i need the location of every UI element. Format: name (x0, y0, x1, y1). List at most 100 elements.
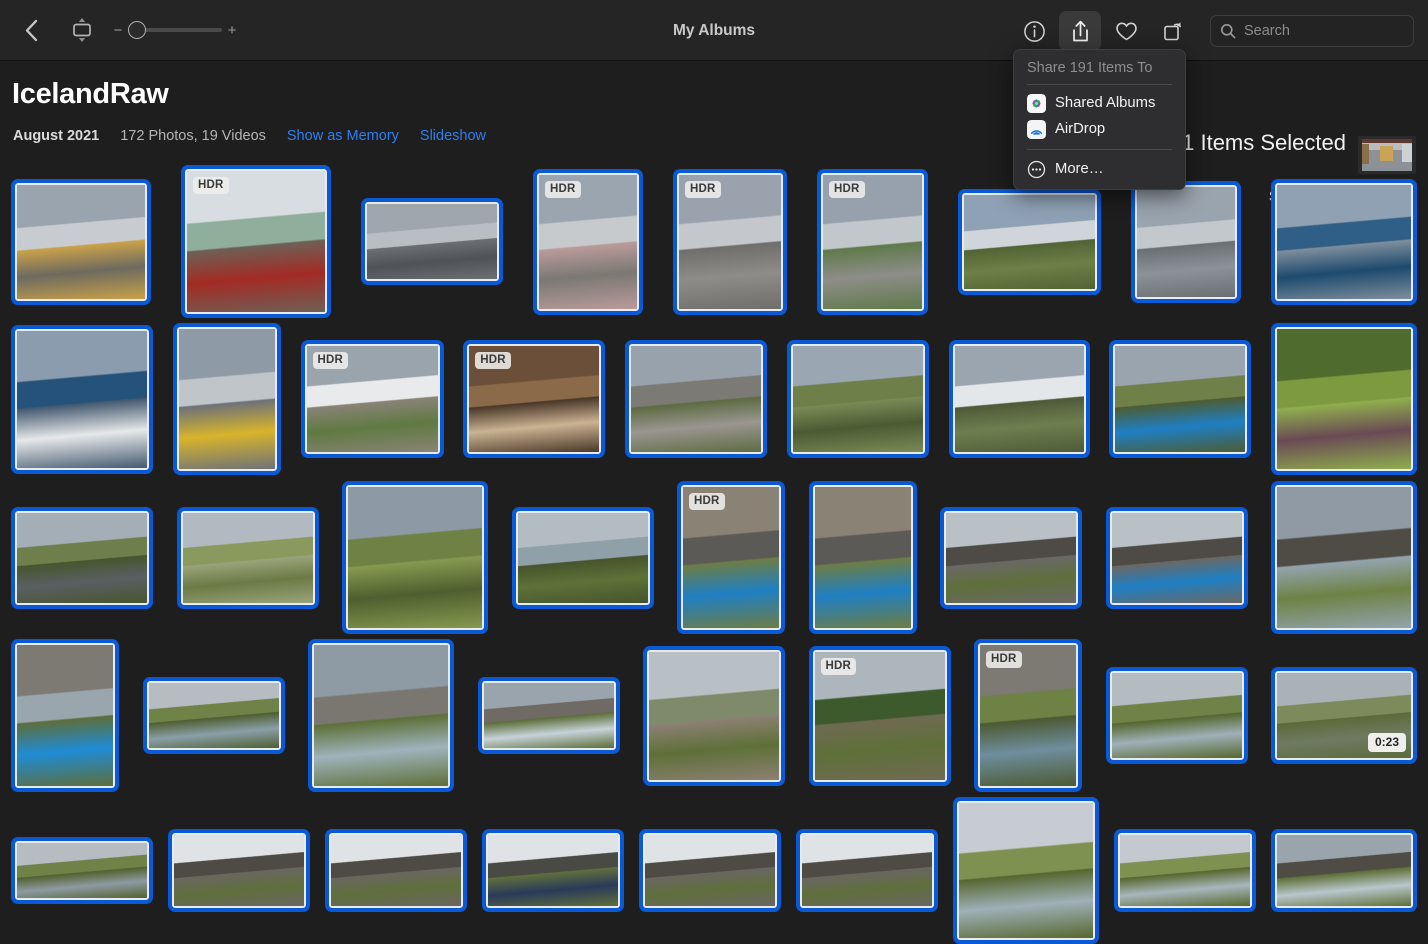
photo-thumbnail-selected[interactable] (1105, 667, 1248, 764)
photo-thumbnail-selected[interactable] (361, 198, 503, 285)
photo-thumbnail-selected[interactable] (11, 837, 153, 904)
photo-cell[interactable] (361, 198, 503, 285)
photo-cell[interactable] (1109, 340, 1252, 458)
photo-cell[interactable] (11, 639, 119, 792)
photo-cell[interactable] (953, 797, 1099, 944)
search-input[interactable]: Search (1210, 15, 1414, 47)
slideshow-link[interactable]: Slideshow (420, 128, 486, 144)
photo-cell[interactable] (1105, 506, 1248, 609)
photo-thumbnail-selected[interactable]: HDR (677, 481, 785, 634)
photo-cell[interactable]: HDR (808, 645, 951, 786)
photo-cell[interactable] (643, 645, 785, 786)
photo-thumbnail-selected[interactable] (940, 506, 1082, 609)
share-menu-item-more[interactable]: More… (1014, 156, 1185, 182)
photo-cell[interactable] (511, 506, 654, 609)
photo-thumbnail-selected[interactable]: HDR (817, 168, 928, 315)
photo-cell[interactable] (11, 178, 151, 305)
back-button[interactable] (14, 13, 48, 47)
photo-cell[interactable] (1271, 481, 1417, 634)
photo-cell[interactable] (786, 340, 929, 458)
photo-cell[interactable] (168, 829, 310, 912)
photo-cell[interactable] (172, 323, 281, 475)
share-menu-item-shared-albums[interactable]: Shared Albums (1014, 90, 1185, 116)
photo-cell[interactable] (1271, 178, 1417, 305)
photo-thumbnail-selected[interactable] (796, 829, 938, 912)
photo-thumbnail-selected[interactable] (308, 639, 454, 792)
photo-thumbnail-selected[interactable] (11, 639, 119, 792)
photo-thumbnail-selected[interactable] (172, 323, 281, 475)
photo-cell[interactable] (958, 188, 1101, 295)
photo-thumbnail-selected[interactable] (11, 178, 151, 305)
photo-thumbnail-selected[interactable] (325, 829, 467, 912)
rotate-button[interactable] (1151, 11, 1193, 51)
photo-cell[interactable] (796, 829, 938, 912)
photo-cell[interactable]: HDR (463, 340, 606, 458)
photo-thumbnail-selected[interactable] (1109, 340, 1252, 458)
photo-cell[interactable] (11, 506, 153, 609)
photo-thumbnail-selected[interactable] (786, 340, 929, 458)
photo-thumbnail-selected[interactable]: HDR (974, 639, 1082, 792)
photo-thumbnail-selected[interactable] (1105, 506, 1248, 609)
photo-cell[interactable]: HDR (300, 340, 444, 458)
aspect-fit-button[interactable] (65, 13, 99, 47)
photo-cell[interactable] (342, 481, 488, 634)
photo-cell[interactable] (940, 506, 1082, 609)
photo-cell[interactable] (639, 829, 781, 912)
photo-thumbnail-selected[interactable] (168, 829, 310, 912)
photo-cell[interactable]: HDR (181, 165, 331, 318)
photo-thumbnail-selected[interactable] (625, 340, 767, 458)
photo-cell[interactable] (948, 340, 1090, 458)
photo-cell[interactable] (11, 837, 153, 904)
photo-thumbnail-selected[interactable] (1271, 178, 1417, 305)
photo-thumbnail-selected[interactable] (482, 829, 624, 912)
photo-thumbnail-selected[interactable]: 0:23 (1271, 667, 1417, 764)
photo-thumbnail-selected[interactable] (1131, 180, 1241, 303)
photo-cell[interactable] (142, 677, 285, 754)
photo-cell[interactable] (625, 340, 767, 458)
photo-thumbnail-selected[interactable] (953, 797, 1099, 944)
zoom-out-label[interactable]: − (112, 23, 124, 38)
show-as-memory-link[interactable]: Show as Memory (287, 128, 399, 144)
favorite-button[interactable] (1105, 11, 1147, 51)
photo-cell[interactable] (1271, 829, 1417, 912)
photo-cell[interactable] (1271, 323, 1417, 475)
photo-thumbnail-selected[interactable]: HDR (181, 165, 331, 318)
photo-thumbnail-selected[interactable] (1114, 829, 1256, 912)
photo-cell[interactable] (482, 829, 624, 912)
photo-thumbnail-selected[interactable] (1271, 829, 1417, 912)
photo-thumbnail-selected[interactable] (1271, 481, 1417, 634)
photo-thumbnail-selected[interactable]: HDR (673, 168, 787, 315)
photo-thumbnail-selected[interactable] (1271, 323, 1417, 475)
photo-thumbnail-selected[interactable] (948, 340, 1090, 458)
photo-thumbnail-selected[interactable] (643, 645, 785, 786)
photo-thumbnail-selected[interactable] (342, 481, 488, 634)
photo-thumbnail-selected[interactable] (11, 506, 153, 609)
photo-thumbnail-selected[interactable]: HDR (463, 340, 606, 458)
share-menu-popover[interactable]: Share 191 Items To Shared Albums AirDrop… (1013, 49, 1186, 190)
photo-cell[interactable] (176, 506, 319, 609)
photo-cell[interactable]: HDR (974, 639, 1082, 792)
photo-cell[interactable] (325, 829, 467, 912)
photo-thumbnail-selected[interactable] (176, 506, 319, 609)
photo-thumbnail-selected[interactable]: HDR (300, 340, 444, 458)
zoom-slider[interactable]: − + (112, 14, 238, 46)
photo-thumbnail-selected[interactable]: HDR (808, 645, 951, 786)
photo-cell[interactable] (1131, 180, 1241, 303)
share-menu-item-airdrop[interactable]: AirDrop (1014, 116, 1185, 142)
photo-cell[interactable]: HDR (533, 168, 643, 315)
photo-thumbnail-selected[interactable] (639, 829, 781, 912)
photo-thumbnail-selected[interactable] (11, 324, 153, 474)
zoom-slider-thumb[interactable] (128, 21, 146, 39)
photo-cell[interactable]: 0:23 (1271, 667, 1417, 764)
photo-cell[interactable] (1114, 829, 1256, 912)
zoom-in-label[interactable]: + (226, 23, 238, 38)
photo-thumbnail-selected[interactable] (477, 677, 620, 754)
photo-cell[interactable]: HDR (673, 168, 787, 315)
photo-cell[interactable]: HDR (677, 481, 785, 634)
photo-thumbnail-selected[interactable] (808, 481, 917, 634)
share-button[interactable] (1059, 11, 1101, 51)
photo-thumbnail-selected[interactable] (958, 188, 1101, 295)
photo-cell[interactable] (308, 639, 454, 792)
photo-cell[interactable] (477, 677, 620, 754)
photo-cell[interactable]: HDR (817, 168, 928, 315)
